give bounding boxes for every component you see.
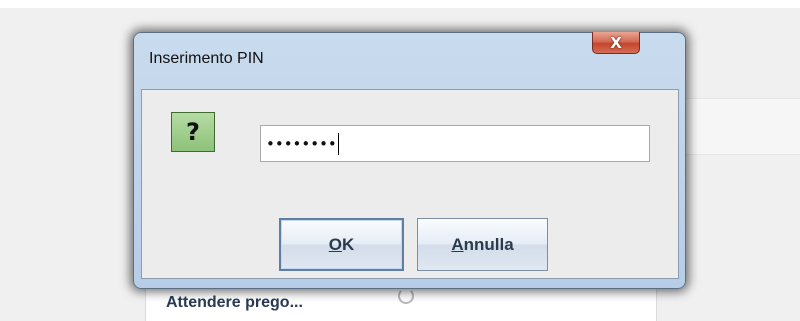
close-button[interactable]: X bbox=[592, 32, 640, 54]
pin-input-value: •••••••• bbox=[266, 134, 337, 153]
text-caret bbox=[337, 132, 339, 155]
dialog-content: ? •••••••• OK Annulla bbox=[141, 89, 679, 279]
question-icon: ? bbox=[171, 112, 215, 152]
ok-button[interactable]: OK bbox=[279, 218, 404, 271]
loading-spinner-icon bbox=[398, 288, 414, 304]
question-glyph: ? bbox=[186, 118, 200, 146]
cancel-label-rest: nnulla bbox=[463, 234, 514, 254]
pin-dialog: Inserimento PIN X ? •••••••• OK Annulla bbox=[133, 32, 686, 289]
waiting-status-text: Attendere prego... bbox=[166, 294, 303, 311]
ok-label-rest: K bbox=[341, 234, 355, 254]
top-band bbox=[0, 0, 800, 8]
ok-mnemonic: O bbox=[328, 234, 342, 254]
cancel-mnemonic: A bbox=[451, 234, 464, 254]
screen-background: Attendere prego... Inserimento PIN X ? •… bbox=[0, 0, 800, 321]
dialog-title: Inserimento PIN bbox=[149, 50, 264, 67]
close-icon: X bbox=[610, 33, 622, 52]
cancel-button[interactable]: Annulla bbox=[417, 218, 548, 271]
pin-input[interactable]: •••••••• bbox=[260, 125, 650, 162]
